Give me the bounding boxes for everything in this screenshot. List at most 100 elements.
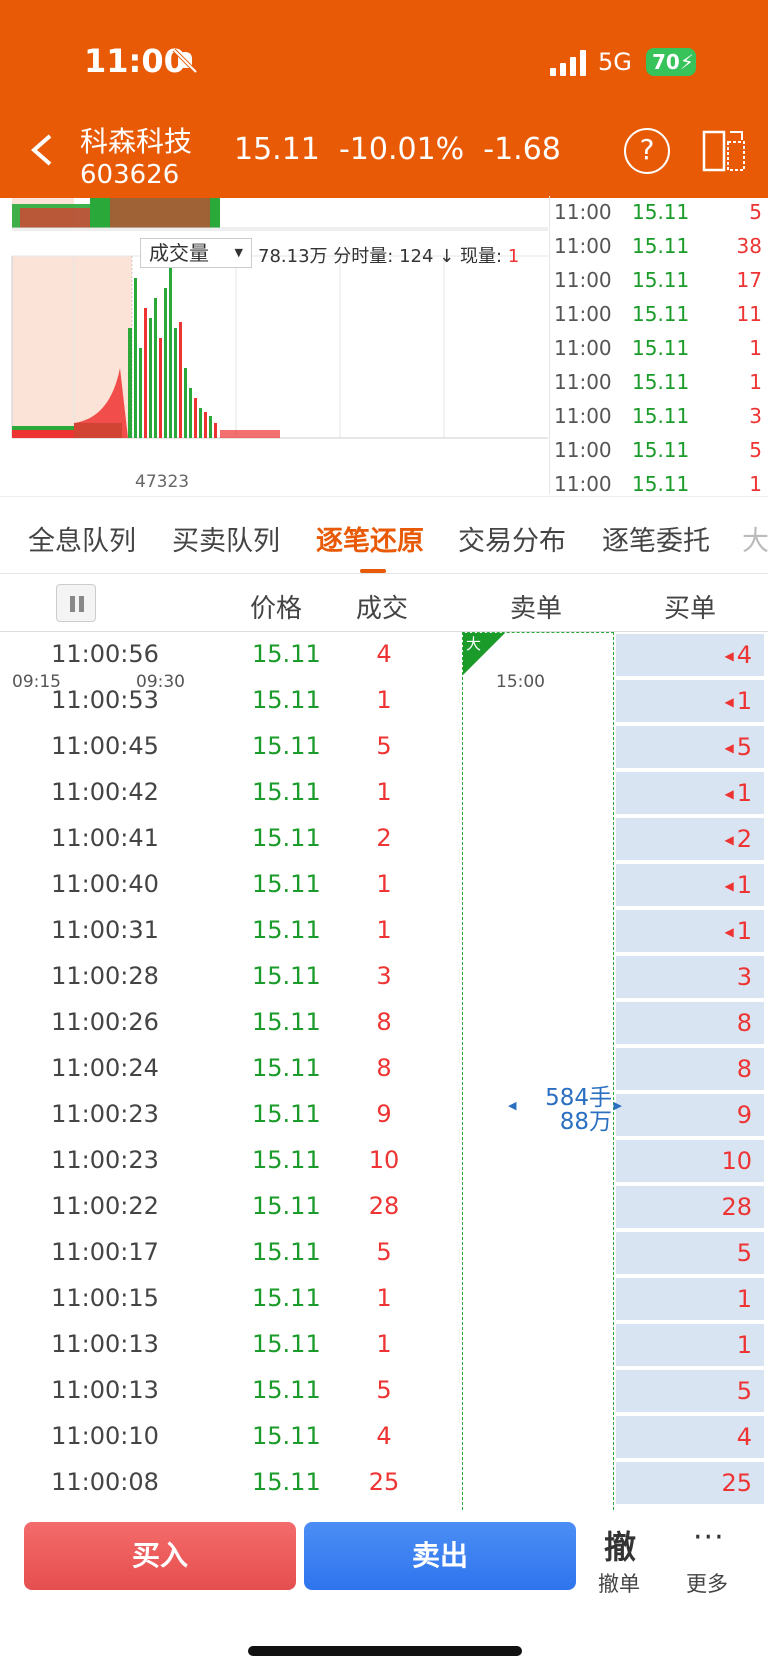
trade-time: 11:00:45: [51, 732, 159, 760]
tick-list[interactable]: 11:00 15.11 5 11:00 15.11 38 11:00 15.11 17 11…: [549, 196, 768, 494]
buy-order-volume: 8: [736, 1055, 752, 1083]
network-type: 5G: [598, 48, 632, 76]
buy-order-cell: 3: [616, 956, 764, 998]
trade-price: 15.11: [252, 1192, 321, 1220]
buy-order-cell: 9: [616, 1094, 764, 1136]
pause-icon[interactable]: [56, 584, 96, 622]
table-row: 11:00:10 15.11 4 4: [0, 1414, 768, 1460]
col-volume: 成交: [356, 594, 409, 624]
buy-order-volume: 5: [736, 1377, 752, 1405]
trade-time: 11:00:08: [51, 1468, 159, 1496]
right-arrow-icon: ▶: [613, 1099, 622, 1112]
tab-full-queue[interactable]: 全息队列: [28, 519, 136, 558]
table-row: 11:00:42 15.11 1 ◀ 1: [0, 770, 768, 816]
buy-order-volume: 1: [736, 871, 752, 899]
table-header: 价格 成交 卖单 买单: [0, 574, 768, 632]
battery-level: 70: [652, 50, 680, 74]
tick-volume: 38: [736, 234, 762, 258]
tick-row: 11:00 15.11 3: [550, 400, 768, 434]
tick-row: 11:00 15.11 1: [550, 332, 768, 366]
back-icon[interactable]: [28, 132, 56, 168]
cancel-order-label[interactable]: 撤单: [598, 1568, 640, 1598]
trade-volume: 3: [376, 962, 392, 990]
sell-button[interactable]: 卖出: [304, 1522, 576, 1590]
tick-row: 11:00 15.11 38: [550, 230, 768, 264]
trade-price: 15.11: [252, 1376, 321, 1404]
trade-volume: 4: [376, 640, 392, 668]
tick-price: 15.11: [632, 472, 690, 494]
trade-volume: 25: [368, 1468, 400, 1496]
table-row: 11:00:15 15.11 1 1: [0, 1276, 768, 1322]
down-arrow-icon: ↓: [439, 246, 455, 267]
buy-order-volume: 5: [736, 1239, 752, 1267]
buy-order-cell: 5: [616, 1370, 764, 1412]
trade-volume: 5: [376, 1238, 392, 1266]
buy-order-cell: ◀ 1: [616, 772, 764, 814]
buy-order-volume: 28: [721, 1193, 752, 1221]
tick-row: 11:00 15.11 1: [550, 366, 768, 400]
sell-order-amount: 88万: [559, 1109, 612, 1135]
trade-price: 15.11: [252, 870, 321, 898]
tick-volume: 1: [749, 336, 762, 360]
volume-total: 78.13万: [258, 246, 328, 267]
switch-layout-icon[interactable]: [702, 128, 748, 174]
tab-bid-ask-queue[interactable]: 买卖队列: [172, 519, 280, 558]
tick-time: 11:00: [554, 404, 612, 428]
table-row: 11:00:28 15.11 3 3: [0, 954, 768, 1000]
left-arrow-icon: ◀: [724, 833, 734, 847]
stock-price: 15.11: [234, 132, 320, 167]
trade-time: 11:00:24: [51, 1054, 159, 1082]
home-indicator[interactable]: [248, 1646, 522, 1656]
trade-volume: 10: [368, 1146, 400, 1174]
tick-time: 11:00: [554, 336, 612, 360]
tab-trade-distribution[interactable]: 交易分布: [458, 519, 566, 558]
tick-row: 11:00 15.11 5: [550, 196, 768, 230]
trade-time: 11:00:53: [51, 686, 159, 714]
left-arrow-icon: ◀: [724, 649, 734, 663]
tick-time: 11:00: [554, 234, 612, 258]
tick-time: 11:00: [554, 370, 612, 394]
buy-order-volume: 4: [736, 641, 752, 669]
buy-order-volume: 3: [736, 963, 752, 991]
tab-bar: 全息队列 买卖队列 逐笔还原 交易分布 逐笔委托 大: [0, 496, 768, 574]
trade-price: 15.11: [252, 1330, 321, 1358]
trade-list[interactable]: 11:00:56 15.11 4 ◀ 4 11:00:53 15.11 1 ◀ 1 11:00:45…: [0, 632, 768, 1510]
left-arrow-icon: ◀: [724, 879, 734, 893]
change-pct: -10.01%: [338, 132, 465, 167]
buy-order-cell: 28: [616, 1186, 764, 1228]
table-row: 11:00:45 15.11 5 ◀ 5: [0, 724, 768, 770]
tick-time: 11:00: [554, 302, 612, 326]
more-label[interactable]: 更多: [686, 1568, 728, 1598]
trade-volume: 8: [376, 1008, 392, 1036]
table-row: 11:00:56 15.11 4 ◀ 4: [0, 632, 768, 678]
minute-volume-label: 分时量:: [333, 246, 394, 267]
buy-order-cell: ◀ 1: [616, 910, 764, 952]
table-row: 11:00:22 15.11 28 28: [0, 1184, 768, 1230]
tab-more[interactable]: 大: [742, 519, 768, 558]
tab-tick-orders[interactable]: 逐笔委托: [602, 519, 710, 558]
trade-time: 11:00:15: [51, 1284, 159, 1312]
more-icon[interactable]: ···: [693, 1520, 725, 1555]
volume-indicator-label: 成交量: [149, 241, 209, 265]
help-icon[interactable]: ?: [624, 128, 670, 174]
cancel-order-icon[interactable]: 撤: [604, 1522, 636, 1568]
tick-price: 15.11: [632, 336, 690, 360]
buy-order-volume: 10: [721, 1147, 752, 1175]
buy-order-cell: ◀ 1: [616, 680, 764, 722]
table-row: 11:00:41 15.11 2 ◀ 2: [0, 816, 768, 862]
trade-volume: 5: [376, 1376, 392, 1404]
header: 11:00 5G 70⚡ 科森科技 603626 15.11 -10.01% -…: [0, 0, 768, 198]
buy-button[interactable]: 买入: [24, 1522, 296, 1590]
tab-tick-restore[interactable]: 逐笔还原: [316, 519, 424, 558]
trade-price: 15.11: [252, 916, 321, 944]
volume-indicator-select[interactable]: 成交量 ▼: [140, 238, 252, 268]
trade-price: 15.11: [252, 1100, 321, 1128]
trade-price: 15.11: [252, 732, 321, 760]
table-row: 11:00:40 15.11 1 ◀ 1: [0, 862, 768, 908]
trade-volume: 4: [376, 1422, 392, 1450]
tick-volume: 1: [749, 370, 762, 394]
trade-time: 11:00:23: [51, 1146, 159, 1174]
buy-order-cell: 25: [616, 1462, 764, 1504]
buy-order-cell: ◀ 4: [616, 634, 764, 676]
trade-price: 15.11: [252, 1238, 321, 1266]
